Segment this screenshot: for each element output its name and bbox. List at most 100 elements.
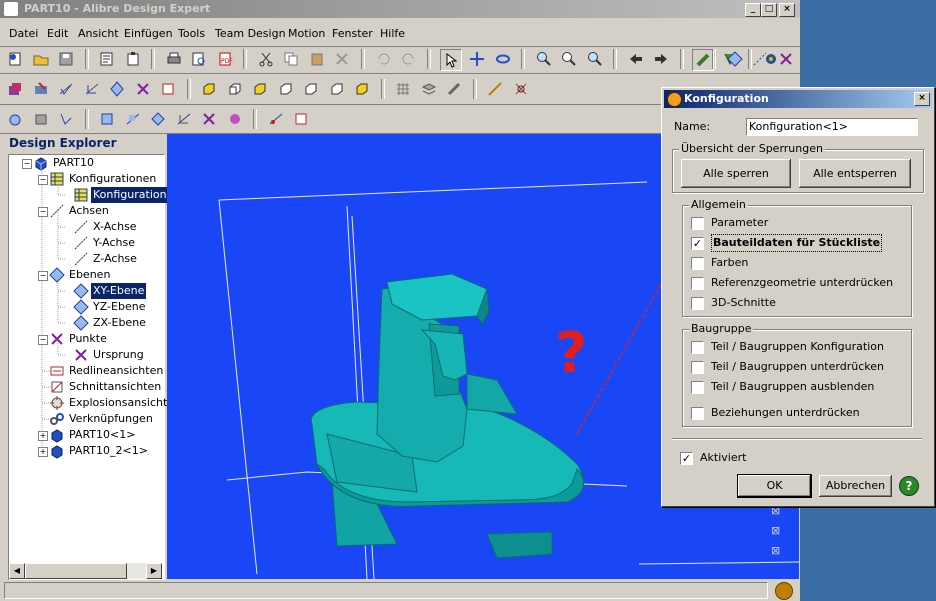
name-field[interactable]: Konfiguration<1>: [746, 118, 918, 136]
menu-team-design[interactable]: Team Design: [215, 27, 286, 40]
collapse-ebenen-icon[interactable]: −: [38, 271, 48, 281]
zoom-fit-icon[interactable]: [585, 49, 605, 69]
collision-icon[interactable]: [291, 109, 311, 129]
explorer-title: Design Explorer: [9, 136, 117, 150]
checkbox-teil-ausblenden-box[interactable]: [691, 381, 704, 394]
checkbox-teil-konfiguration-box[interactable]: [691, 341, 704, 354]
standard-toolbar: PDF: [4, 47, 782, 73]
ok-button[interactable]: OK: [738, 475, 811, 497]
checkbox-bauteildaten-box[interactable]: ✓: [691, 237, 704, 250]
view-tool-3-icon[interactable]: ⊠: [771, 544, 787, 558]
constraint-icon[interactable]: [56, 109, 76, 129]
cancel-button[interactable]: Abbrechen: [819, 475, 892, 497]
cube-view2-icon[interactable]: [225, 79, 245, 99]
new-icon[interactable]: [5, 49, 25, 69]
hole-icon[interactable]: [107, 79, 127, 99]
analyze-icon[interactable]: [511, 79, 531, 99]
shell-icon[interactable]: [158, 79, 178, 99]
delete-icon[interactable]: [332, 49, 352, 69]
close-icon[interactable]: ×: [779, 3, 795, 17]
cube-view6-icon[interactable]: [327, 79, 347, 99]
mirror-icon[interactable]: [133, 79, 153, 99]
save-icon[interactable]: [56, 49, 76, 69]
menu-datei[interactable]: Datei: [9, 27, 38, 40]
select-icon[interactable]: [439, 49, 462, 71]
align-icon[interactable]: [123, 109, 143, 129]
cut-icon[interactable]: [256, 49, 276, 69]
menu-fenster[interactable]: Fenster: [332, 27, 373, 40]
checkbox-farben-box[interactable]: [691, 257, 704, 270]
checkbox-3d-schnitte-box[interactable]: [691, 297, 704, 310]
expand-part10-2-icon[interactable]: +: [38, 447, 48, 457]
collapse-punkte-icon[interactable]: −: [38, 335, 48, 345]
zoom-in-icon[interactable]: [534, 49, 554, 69]
expand-part10-1-icon[interactable]: +: [38, 431, 48, 441]
checkbox-referenzgeometrie-box[interactable]: [691, 277, 704, 290]
checkbox-beziehungen-box[interactable]: [691, 407, 704, 420]
menu-edit[interactable]: Edit: [47, 27, 68, 40]
pdf-icon[interactable]: PDF: [215, 49, 235, 69]
sweep-icon[interactable]: [56, 79, 76, 99]
view-tool-2-icon[interactable]: ⊠: [771, 524, 787, 538]
minimize-icon[interactable]: _: [745, 3, 761, 17]
axis-view-icon[interactable]: [750, 49, 770, 69]
open-icon[interactable]: [31, 49, 51, 69]
maximize-icon[interactable]: □: [761, 3, 777, 17]
paste-icon[interactable]: [307, 49, 327, 69]
help-icon[interactable]: ?: [899, 476, 919, 496]
menu-einfuegen[interactable]: Einfügen: [124, 27, 173, 40]
cube-view4-icon[interactable]: [276, 79, 296, 99]
assembly-icon[interactable]: [5, 109, 25, 129]
tangent-icon[interactable]: [174, 109, 194, 129]
redo-icon[interactable]: [399, 49, 419, 69]
rotate-icon[interactable]: [493, 49, 513, 69]
layer-icon[interactable]: [419, 79, 439, 99]
clipboard-icon[interactable]: [123, 49, 143, 69]
properties-icon[interactable]: [97, 49, 117, 69]
forward-icon[interactable]: [651, 49, 671, 69]
menu-ansicht[interactable]: Ansicht: [78, 27, 119, 40]
cube-view7-icon[interactable]: [352, 79, 372, 99]
checkbox-aktiviert-box[interactable]: ✓: [680, 452, 693, 465]
dialog-close-icon[interactable]: ×: [914, 92, 930, 106]
cube-view3-icon[interactable]: [250, 79, 270, 99]
back-icon[interactable]: [626, 49, 646, 69]
pan-icon[interactable]: [467, 49, 487, 69]
point-view-icon[interactable]: [776, 49, 796, 69]
cube-view1-icon[interactable]: [199, 79, 219, 99]
tree-horizontal-scrollbar[interactable]: ◀ ▶: [9, 563, 162, 579]
cube-view5-icon[interactable]: [301, 79, 321, 99]
mate-icon[interactable]: [97, 109, 117, 129]
zoom-window-icon[interactable]: [559, 49, 579, 69]
checkbox-parameter-box[interactable]: [691, 217, 704, 230]
status-bar: [0, 580, 800, 601]
collapse-root-icon[interactable]: −: [22, 159, 32, 169]
grid-icon[interactable]: [393, 79, 413, 99]
revolve-icon[interactable]: [31, 79, 51, 99]
undo-icon[interactable]: [373, 49, 393, 69]
copy-icon[interactable]: [281, 49, 301, 69]
collapse-konfigurationen-icon[interactable]: −: [38, 175, 48, 185]
extrude-icon[interactable]: [5, 79, 25, 99]
fix-icon[interactable]: [199, 109, 219, 129]
animate-icon[interactable]: [225, 109, 245, 129]
print-preview-icon[interactable]: [189, 49, 209, 69]
explode-icon[interactable]: [266, 109, 286, 129]
surface-icon[interactable]: [31, 109, 51, 129]
menu-tools[interactable]: Tools: [178, 27, 205, 40]
loft-icon[interactable]: [82, 79, 102, 99]
measure-icon[interactable]: [485, 79, 505, 99]
scroll-right-icon[interactable]: ▶: [146, 563, 162, 579]
material-icon[interactable]: [444, 79, 464, 99]
menu-motion[interactable]: Motion: [288, 27, 325, 40]
checkbox-teil-unterdruecken-box[interactable]: [691, 361, 704, 374]
orient-icon[interactable]: [148, 109, 168, 129]
unlock-all-button[interactable]: Alle entsperren: [799, 159, 911, 188]
plane-view-icon[interactable]: [725, 49, 745, 69]
collapse-achsen-icon[interactable]: −: [38, 207, 48, 217]
menu-hilfe[interactable]: Hilfe: [380, 27, 405, 40]
scroll-thumb[interactable]: [25, 563, 127, 579]
scroll-left-icon[interactable]: ◀: [9, 563, 25, 579]
print-icon[interactable]: [164, 49, 184, 69]
lock-all-button[interactable]: Alle sperren: [681, 159, 791, 188]
